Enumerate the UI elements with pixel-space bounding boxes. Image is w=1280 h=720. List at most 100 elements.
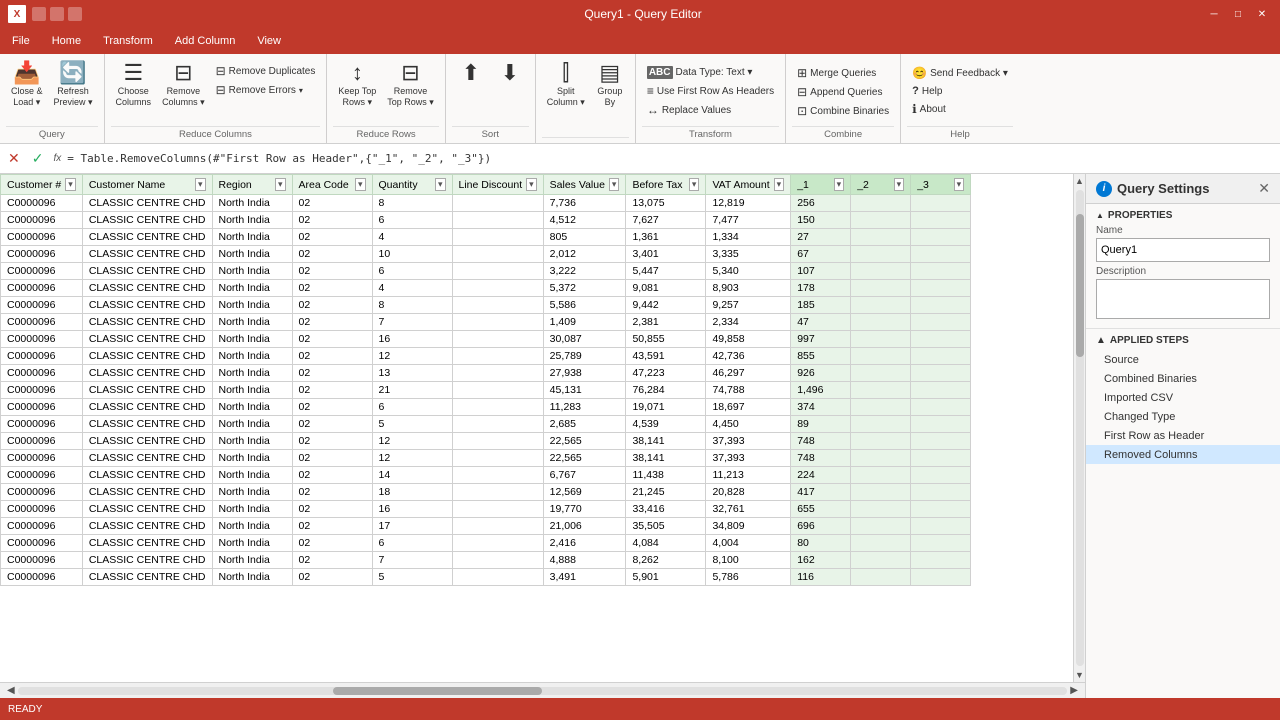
filter-area-code[interactable]: ▾ (355, 178, 366, 191)
menu-view[interactable]: View (247, 32, 291, 50)
filter-line-discount[interactable]: ▾ (526, 178, 537, 191)
scroll-right-button[interactable]: ▶ (1067, 685, 1081, 696)
query-description-input[interactable] (1096, 279, 1270, 319)
choose-columns-button[interactable]: ☰ ChooseColumns (111, 58, 157, 112)
group-by-button[interactable]: ▤ GroupBy (591, 58, 629, 112)
grid-scroll[interactable]: Customer # ▾ Customer Name ▾ (0, 174, 1073, 682)
table-cell: 4,004 (706, 535, 791, 552)
v-scroll-track[interactable] (1076, 190, 1084, 666)
menu-add-column[interactable]: Add Column (165, 32, 246, 50)
filter-customer-name[interactable]: ▾ (195, 178, 206, 191)
table-cell: North India (212, 552, 292, 569)
remove-duplicates-button[interactable]: ⊟ Remove Duplicates (211, 62, 321, 80)
h-scroll-thumb[interactable] (333, 687, 543, 695)
close-button[interactable]: ✕ (1252, 6, 1272, 22)
split-column-button[interactable]: ⫿ SplitColumn ▾ (542, 58, 590, 112)
formula-input[interactable] (67, 147, 1276, 171)
properties-arrow-icon: ▲ (1096, 211, 1104, 220)
query-name-input[interactable] (1096, 238, 1270, 262)
filter-before-tax[interactable]: ▾ (689, 178, 700, 191)
replace-values-button[interactable]: ↔ Replace Values (642, 101, 779, 119)
send-feedback-button[interactable]: 😊 Send Feedback ▾ (907, 64, 1013, 82)
table-cell: CLASSIC CENTRE CHD (82, 552, 212, 569)
filter-quantity[interactable]: ▾ (435, 178, 446, 191)
applied-step-item[interactable]: Changed Type✕ (1086, 407, 1280, 426)
scroll-up-button[interactable]: ▲ (1075, 174, 1084, 188)
remove-top-rows-button[interactable]: ⊟ RemoveTop Rows ▾ (382, 58, 439, 112)
formula-confirm-button[interactable]: ✓ (28, 150, 48, 167)
maximize-button[interactable]: □ (1228, 6, 1248, 22)
group-by-icon: ▤ (599, 62, 620, 84)
table-cell: C0000096 (1, 331, 83, 348)
sort-desc-button[interactable]: ⬇ (491, 58, 529, 90)
filter-1[interactable]: ▾ (834, 178, 845, 191)
scroll-left-button[interactable]: ◀ (4, 685, 18, 696)
merge-queries-button[interactable]: ⊞ Merge Queries (792, 64, 894, 82)
table-cell (452, 433, 543, 450)
table-cell: 02 (292, 467, 372, 484)
menu-home[interactable]: Home (42, 32, 91, 50)
applied-step-item[interactable]: Imported CSV✕ (1086, 388, 1280, 407)
minimize-button[interactable]: ─ (1204, 6, 1224, 22)
step-label: Removed Columns (1104, 449, 1198, 461)
filter-3[interactable]: ▾ (954, 178, 965, 191)
vertical-scrollbar[interactable]: ▲ ▼ (1073, 174, 1085, 682)
col-header-region: Region ▾ (212, 175, 292, 195)
filter-2[interactable]: ▾ (894, 178, 905, 191)
table-cell: C0000096 (1, 484, 83, 501)
step-delete-button[interactable]: ✕ (1261, 429, 1270, 442)
help-button[interactable]: ? Help (907, 83, 1013, 99)
scroll-down-button[interactable]: ▼ (1075, 668, 1084, 682)
remove-columns-button[interactable]: ⊟ RemoveColumns ▾ (157, 58, 210, 112)
table-cell: 38,141 (626, 450, 706, 467)
step-delete-button[interactable]: ✕ (1261, 448, 1270, 461)
refresh-preview-button[interactable]: 🔄 RefreshPreview ▾ (49, 58, 98, 112)
step-delete-button[interactable]: ✕ (1261, 410, 1270, 423)
table-cell: C0000096 (1, 450, 83, 467)
table-cell: 46,297 (706, 365, 791, 382)
filter-sales-value[interactable]: ▾ (609, 178, 620, 191)
table-cell: 19,770 (543, 501, 626, 518)
applied-step-item[interactable]: Removed Columns ✕ (1086, 445, 1280, 464)
horizontal-scrollbar[interactable]: ◀ ▶ (0, 682, 1085, 698)
col-header-before-tax: Before Tax ▾ (626, 175, 706, 195)
query-settings-close-button[interactable]: ✕ (1258, 180, 1270, 197)
table-cell: 11,213 (706, 467, 791, 484)
table-cell: 5,586 (543, 297, 626, 314)
step-delete-button[interactable]: ✕ (1261, 353, 1270, 366)
about-button[interactable]: ℹ About (907, 100, 1013, 118)
remove-errors-button[interactable]: ⊟ Remove Errors ▾ (211, 81, 321, 99)
formula-cancel-button[interactable]: ✕ (4, 150, 24, 167)
filter-region[interactable]: ▾ (275, 178, 286, 191)
menu-transform[interactable]: Transform (93, 32, 163, 50)
table-cell: C0000096 (1, 569, 83, 586)
menu-file[interactable]: File (2, 32, 40, 50)
transform-group-label: Transform (642, 126, 779, 143)
close-load-button[interactable]: 📥 Close &Load ▾ (6, 58, 48, 112)
append-queries-button[interactable]: ⊟ Append Queries (792, 83, 894, 101)
applied-step-item[interactable]: Combined Binaries✕ (1086, 369, 1280, 388)
sort-asc-button[interactable]: ⬆ (452, 58, 490, 90)
keep-top-rows-button[interactable]: ↕ Keep TopRows ▾ (333, 58, 381, 112)
use-first-row-button[interactable]: ≡ Use First Row As Headers (642, 82, 779, 100)
window-controls[interactable]: ─ □ ✕ (1204, 6, 1272, 22)
step-settings-button[interactable]: ⚙ (1247, 353, 1257, 366)
table-cell: 76,284 (626, 382, 706, 399)
step-delete-button[interactable]: ✕ (1261, 372, 1270, 385)
table-cell: C0000096 (1, 297, 83, 314)
applied-step-item[interactable]: First Row as Header✕ (1086, 426, 1280, 445)
table-row: C0000096CLASSIC CENTRE CHDNorth India021… (1, 348, 971, 365)
v-scroll-thumb[interactable] (1076, 214, 1084, 357)
filter-customer-num[interactable]: ▾ (65, 178, 76, 191)
table-cell: C0000096 (1, 501, 83, 518)
table-cell: 20,828 (706, 484, 791, 501)
combine-binaries-button[interactable]: ⊡ Combine Binaries (792, 102, 894, 120)
table-cell: 27 (791, 229, 851, 246)
applied-step-item[interactable]: Source⚙✕ (1086, 350, 1280, 369)
data-type-button[interactable]: ABC Data Type: Text ▾ (642, 64, 779, 81)
ribbon: 📥 Close &Load ▾ 🔄 RefreshPreview ▾ Query… (0, 54, 1280, 144)
h-scroll-track[interactable] (18, 687, 1068, 695)
ribbon-group-transform: ABC Data Type: Text ▾ ≡ Use First Row As… (636, 54, 786, 143)
filter-vat-amount[interactable]: ▾ (774, 178, 785, 191)
step-delete-button[interactable]: ✕ (1261, 391, 1270, 404)
